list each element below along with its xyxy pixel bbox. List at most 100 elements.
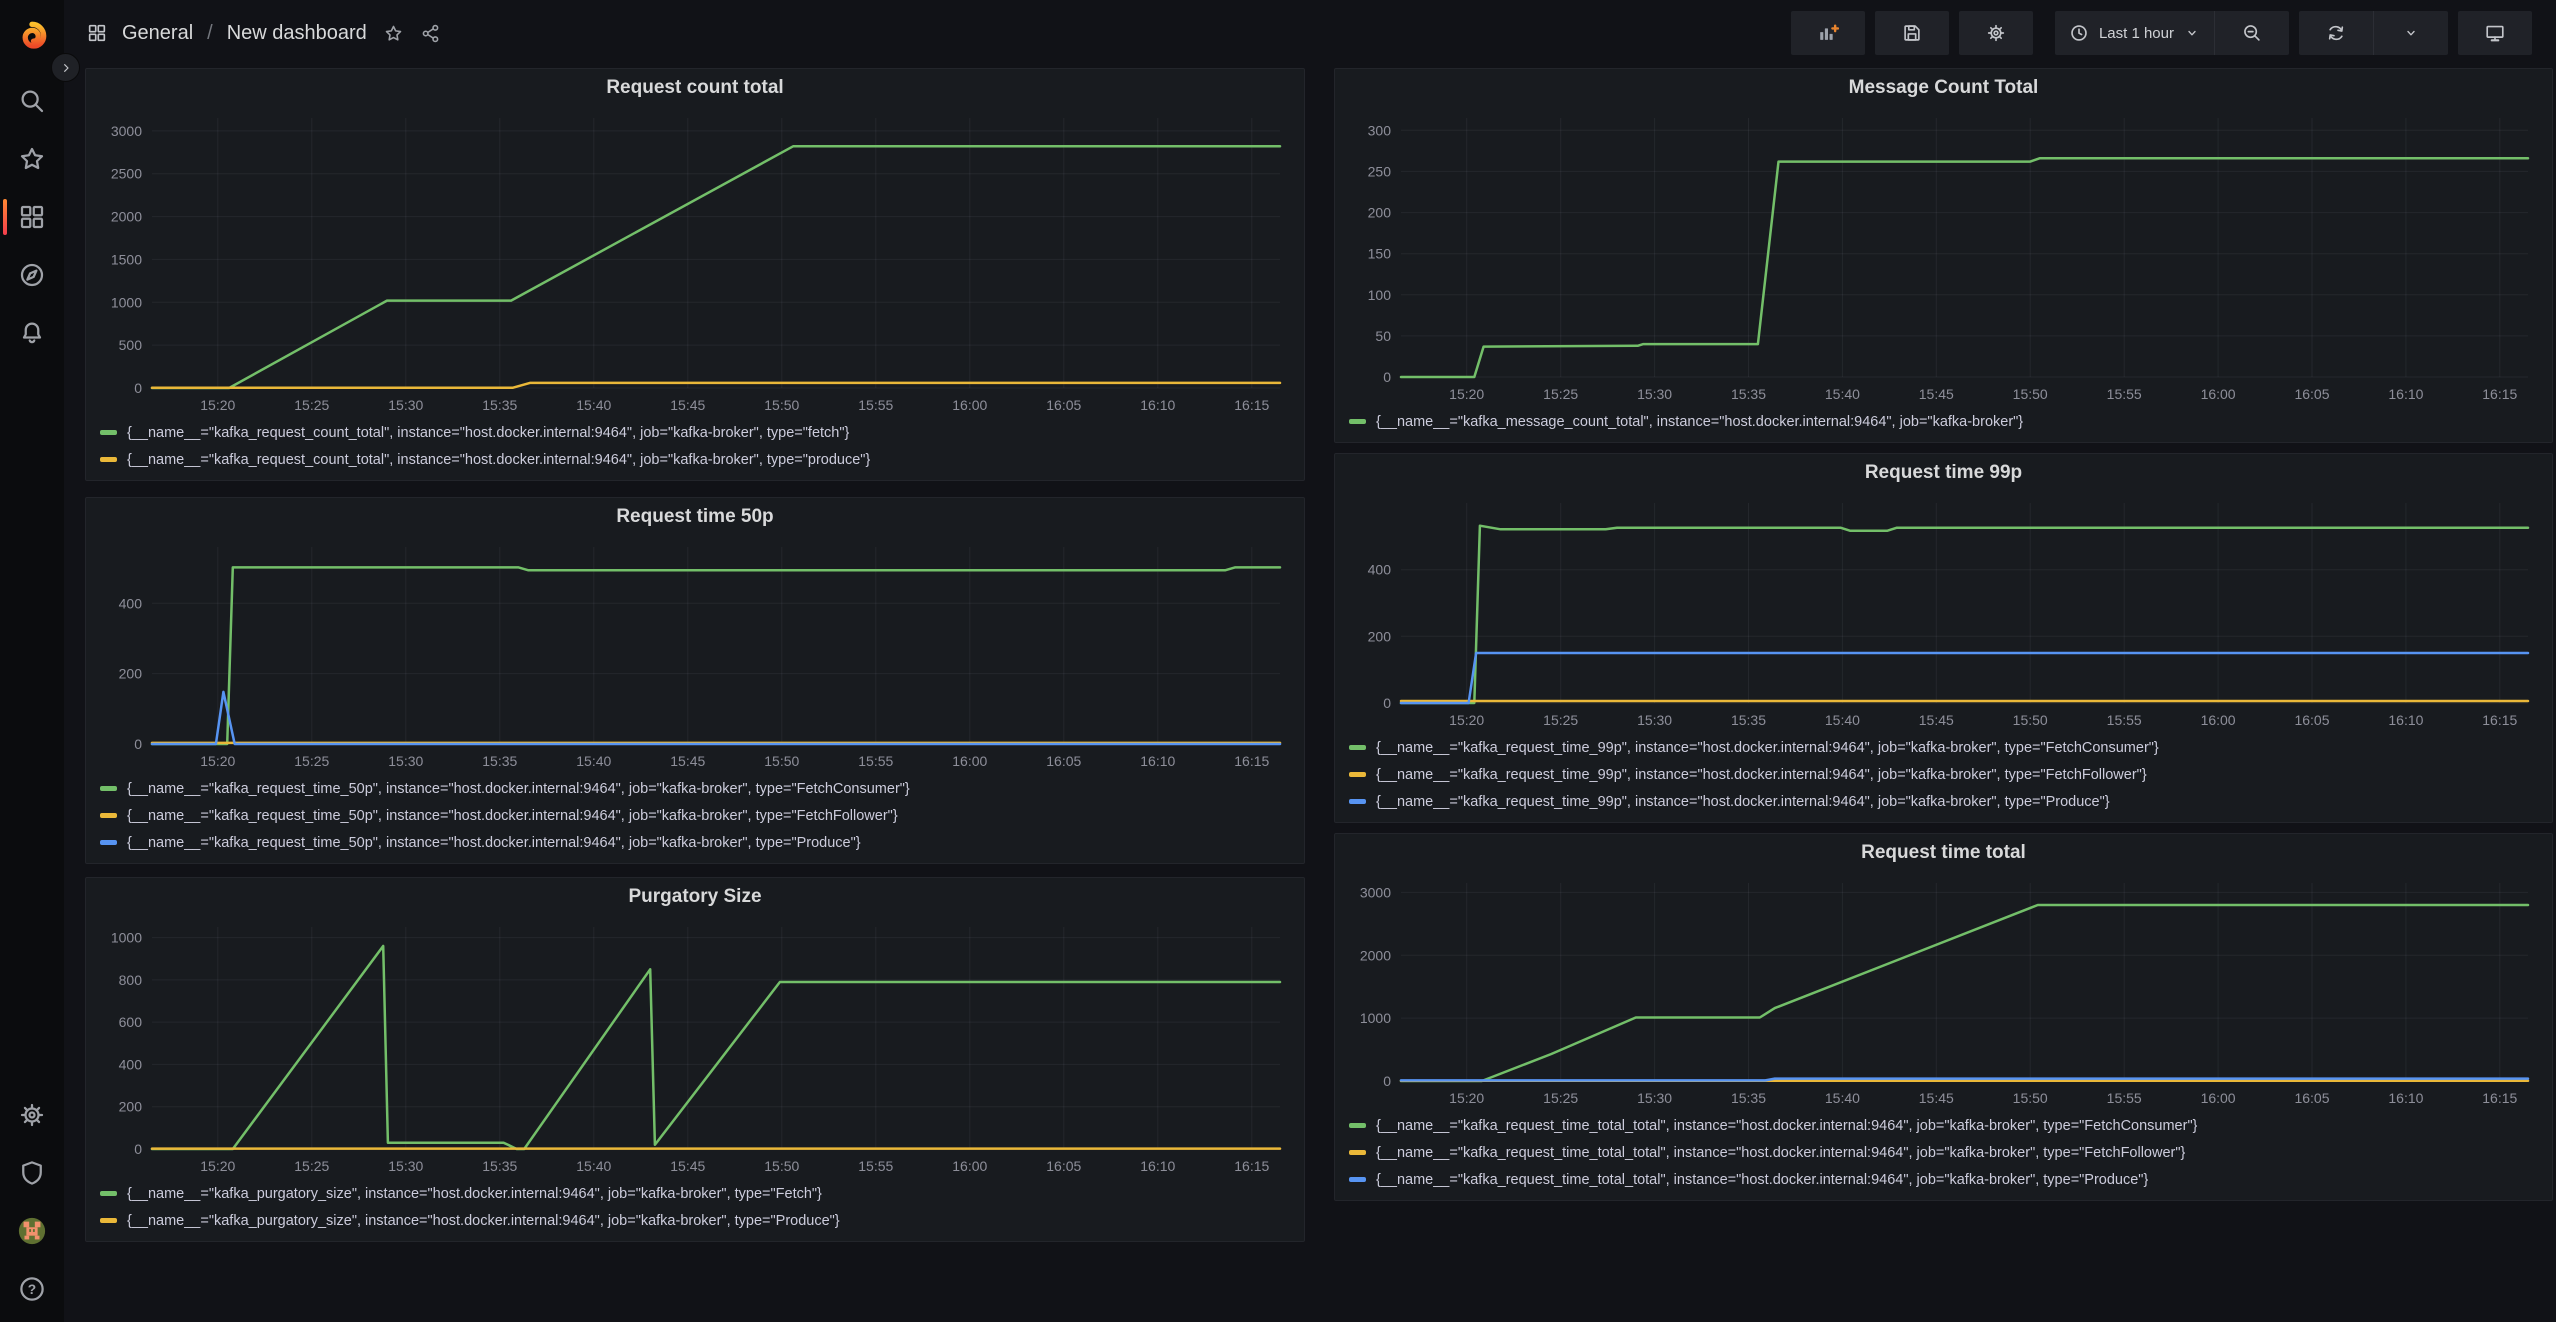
time-series-chart[interactable]: 020040015:2015:2515:3015:3515:4015:4515:…: [1343, 491, 2542, 733]
sidebar-item-server-admin[interactable]: [0, 1144, 64, 1202]
time-series-chart[interactable]: 020040015:2015:2515:3015:3515:4015:4515:…: [94, 535, 1294, 774]
panel-header[interactable]: Message Count Total: [1335, 69, 2552, 106]
legend-item[interactable]: {__name__="kafka_request_time_99p", inst…: [1349, 761, 2544, 788]
chart-plot[interactable]: 05010015020025030015:2015:2515:3015:3515…: [1343, 106, 2542, 407]
breadcrumb-separator: /: [207, 22, 213, 45]
time-series-chart[interactable]: 05010015020025030015:2015:2515:3015:3515…: [1343, 106, 2542, 407]
legend-label[interactable]: {__name__="kafka_purgatory_size", instan…: [127, 1213, 840, 1229]
legend-item[interactable]: {__name__="kafka_purgatory_size", instan…: [100, 1207, 1296, 1234]
svg-text:16:15: 16:15: [1234, 753, 1269, 769]
legend-label[interactable]: {__name__="kafka_request_count_total", i…: [127, 452, 870, 468]
legend-label[interactable]: {__name__="kafka_request_time_total_tota…: [1376, 1172, 2148, 1188]
chart-plot[interactable]: 010002000300015:2015:2515:3015:3515:4015…: [1343, 871, 2542, 1111]
panel-header[interactable]: Purgatory Size: [86, 878, 1304, 915]
svg-text:3000: 3000: [1360, 884, 1391, 900]
legend-label[interactable]: {__name__="kafka_request_count_total", i…: [127, 425, 849, 441]
panel-request-count-total: Request count total 05001000150020002500…: [85, 68, 1305, 481]
refresh-interval-button[interactable]: [2374, 11, 2448, 55]
chevron-down-icon: [2183, 24, 2201, 42]
legend-item[interactable]: {__name__="kafka_request_count_total", i…: [100, 419, 1296, 446]
sync-icon: [2325, 22, 2347, 44]
svg-text:15:45: 15:45: [670, 397, 705, 413]
legend-item[interactable]: {__name__="kafka_request_count_total", i…: [100, 446, 1296, 473]
panel-title: Request time total: [1861, 842, 2026, 864]
time-range-picker[interactable]: Last 1 hour: [2055, 11, 2214, 55]
chevron-right-icon: [58, 60, 74, 76]
add-panel-button[interactable]: [1791, 11, 1865, 55]
legend-swatch: [100, 813, 117, 818]
svg-text:15:35: 15:35: [1731, 386, 1766, 402]
legend-label[interactable]: {__name__="kafka_request_time_99p", inst…: [1376, 740, 2159, 756]
legend: {__name__="kafka_message_count_total", i…: [1335, 407, 2552, 442]
legend-swatch: [100, 1191, 117, 1196]
legend-label[interactable]: {__name__="kafka_message_count_total", i…: [1376, 414, 2023, 430]
svg-text:16:00: 16:00: [952, 397, 987, 413]
legend-item[interactable]: {__name__="kafka_request_time_50p", inst…: [100, 775, 1296, 802]
grafana-logo-icon: [15, 19, 49, 53]
expand-sidebar-button[interactable]: [51, 53, 80, 82]
legend-item[interactable]: {__name__="kafka_request_time_total_tota…: [1349, 1166, 2544, 1193]
sidebar-item-profile[interactable]: [0, 1202, 64, 1260]
panel-message-count-total: Message Count Total 05010015020025030015…: [1334, 68, 2553, 443]
chart-plot[interactable]: 020040015:2015:2515:3015:3515:4015:4515:…: [1343, 491, 2542, 733]
legend-item[interactable]: {__name__="kafka_message_count_total", i…: [1349, 408, 2544, 435]
legend-label[interactable]: {__name__="kafka_request_time_total_tota…: [1376, 1118, 2197, 1134]
legend-item[interactable]: {__name__="kafka_request_time_99p", inst…: [1349, 788, 2544, 815]
kiosk-mode-button[interactable]: [2458, 11, 2532, 55]
breadcrumb-dashboard-title[interactable]: New dashboard: [227, 22, 367, 45]
legend-label[interactable]: {__name__="kafka_request_time_50p", inst…: [127, 781, 910, 797]
svg-text:16:00: 16:00: [2201, 1090, 2236, 1106]
svg-text:400: 400: [119, 1056, 143, 1072]
legend-item[interactable]: {__name__="kafka_request_time_99p", inst…: [1349, 734, 2544, 761]
legend-label[interactable]: {__name__="kafka_request_time_50p", inst…: [127, 808, 898, 824]
svg-text:0: 0: [134, 736, 142, 752]
panel-header[interactable]: Request time total: [1335, 834, 2552, 871]
panel-header[interactable]: Request count total: [86, 69, 1304, 106]
legend-label[interactable]: {__name__="kafka_request_time_50p", inst…: [127, 835, 861, 851]
panel-header[interactable]: Request time 99p: [1335, 454, 2552, 491]
legend-label[interactable]: {__name__="kafka_request_time_99p", inst…: [1376, 794, 2110, 810]
svg-text:16:10: 16:10: [2388, 386, 2423, 402]
panel-header[interactable]: Request time 50p: [86, 498, 1304, 535]
legend-label[interactable]: {__name__="kafka_purgatory_size", instan…: [127, 1186, 822, 1202]
time-series-chart[interactable]: 010002000300015:2015:2515:3015:3515:4015…: [1343, 871, 2542, 1111]
svg-text:15:25: 15:25: [294, 1158, 329, 1174]
dashboard-settings-button[interactable]: [1959, 11, 2033, 55]
breadcrumb-folder[interactable]: General: [122, 22, 193, 45]
svg-text:400: 400: [119, 595, 143, 611]
legend-swatch: [100, 430, 117, 435]
star-dashboard-button[interactable]: [383, 23, 404, 44]
panel-title: Purgatory Size: [628, 886, 761, 908]
legend-item[interactable]: {__name__="kafka_request_time_50p", inst…: [100, 802, 1296, 829]
legend-item[interactable]: {__name__="kafka_purgatory_size", instan…: [100, 1180, 1296, 1207]
sidebar-item-explore[interactable]: [0, 246, 64, 304]
sidebar-item-alerting[interactable]: [0, 304, 64, 362]
time-series-chart[interactable]: 05001000150020002500300015:2015:2515:301…: [94, 106, 1294, 418]
share-dashboard-button[interactable]: [420, 23, 441, 44]
sidebar-item-starred[interactable]: [0, 130, 64, 188]
legend-item[interactable]: {__name__="kafka_request_time_50p", inst…: [100, 829, 1296, 856]
grid-lines: [152, 927, 1280, 1149]
y-axis-labels: 050100150200250300: [1368, 122, 1392, 385]
save-dashboard-button[interactable]: [1875, 11, 1949, 55]
legend-item[interactable]: {__name__="kafka_request_time_total_tota…: [1349, 1139, 2544, 1166]
sidebar-item-dashboards[interactable]: [0, 188, 64, 246]
svg-text:?: ?: [28, 1282, 36, 1297]
zoom-out-time-button[interactable]: [2215, 11, 2289, 55]
time-series-chart[interactable]: 0200400600800100015:2015:2515:3015:3515:…: [94, 915, 1294, 1179]
sidebar-item-search[interactable]: [0, 72, 64, 130]
sidebar-item-help[interactable]: ?: [0, 1260, 64, 1318]
chart-plot[interactable]: 0200400600800100015:2015:2515:3015:3515:…: [94, 915, 1294, 1179]
svg-text:0: 0: [1383, 1073, 1391, 1089]
legend-label[interactable]: {__name__="kafka_request_time_99p", inst…: [1376, 767, 2147, 783]
refresh-dashboard-button[interactable]: [2299, 11, 2373, 55]
chart-plot[interactable]: 05001000150020002500300015:2015:2515:301…: [94, 106, 1294, 418]
x-axis-labels: 15:2015:2515:3015:3515:4015:4515:5015:55…: [1449, 1090, 2517, 1106]
legend-item[interactable]: {__name__="kafka_request_time_total_tota…: [1349, 1112, 2544, 1139]
sidebar-item-configuration[interactable]: [0, 1086, 64, 1144]
legend: {__name__="kafka_request_count_total", i…: [86, 418, 1304, 480]
svg-text:16:15: 16:15: [2482, 1090, 2517, 1106]
legend-label[interactable]: {__name__="kafka_request_time_total_tota…: [1376, 1145, 2185, 1161]
svg-text:250: 250: [1368, 163, 1392, 179]
chart-plot[interactable]: 020040015:2015:2515:3015:3515:4015:4515:…: [94, 535, 1294, 774]
